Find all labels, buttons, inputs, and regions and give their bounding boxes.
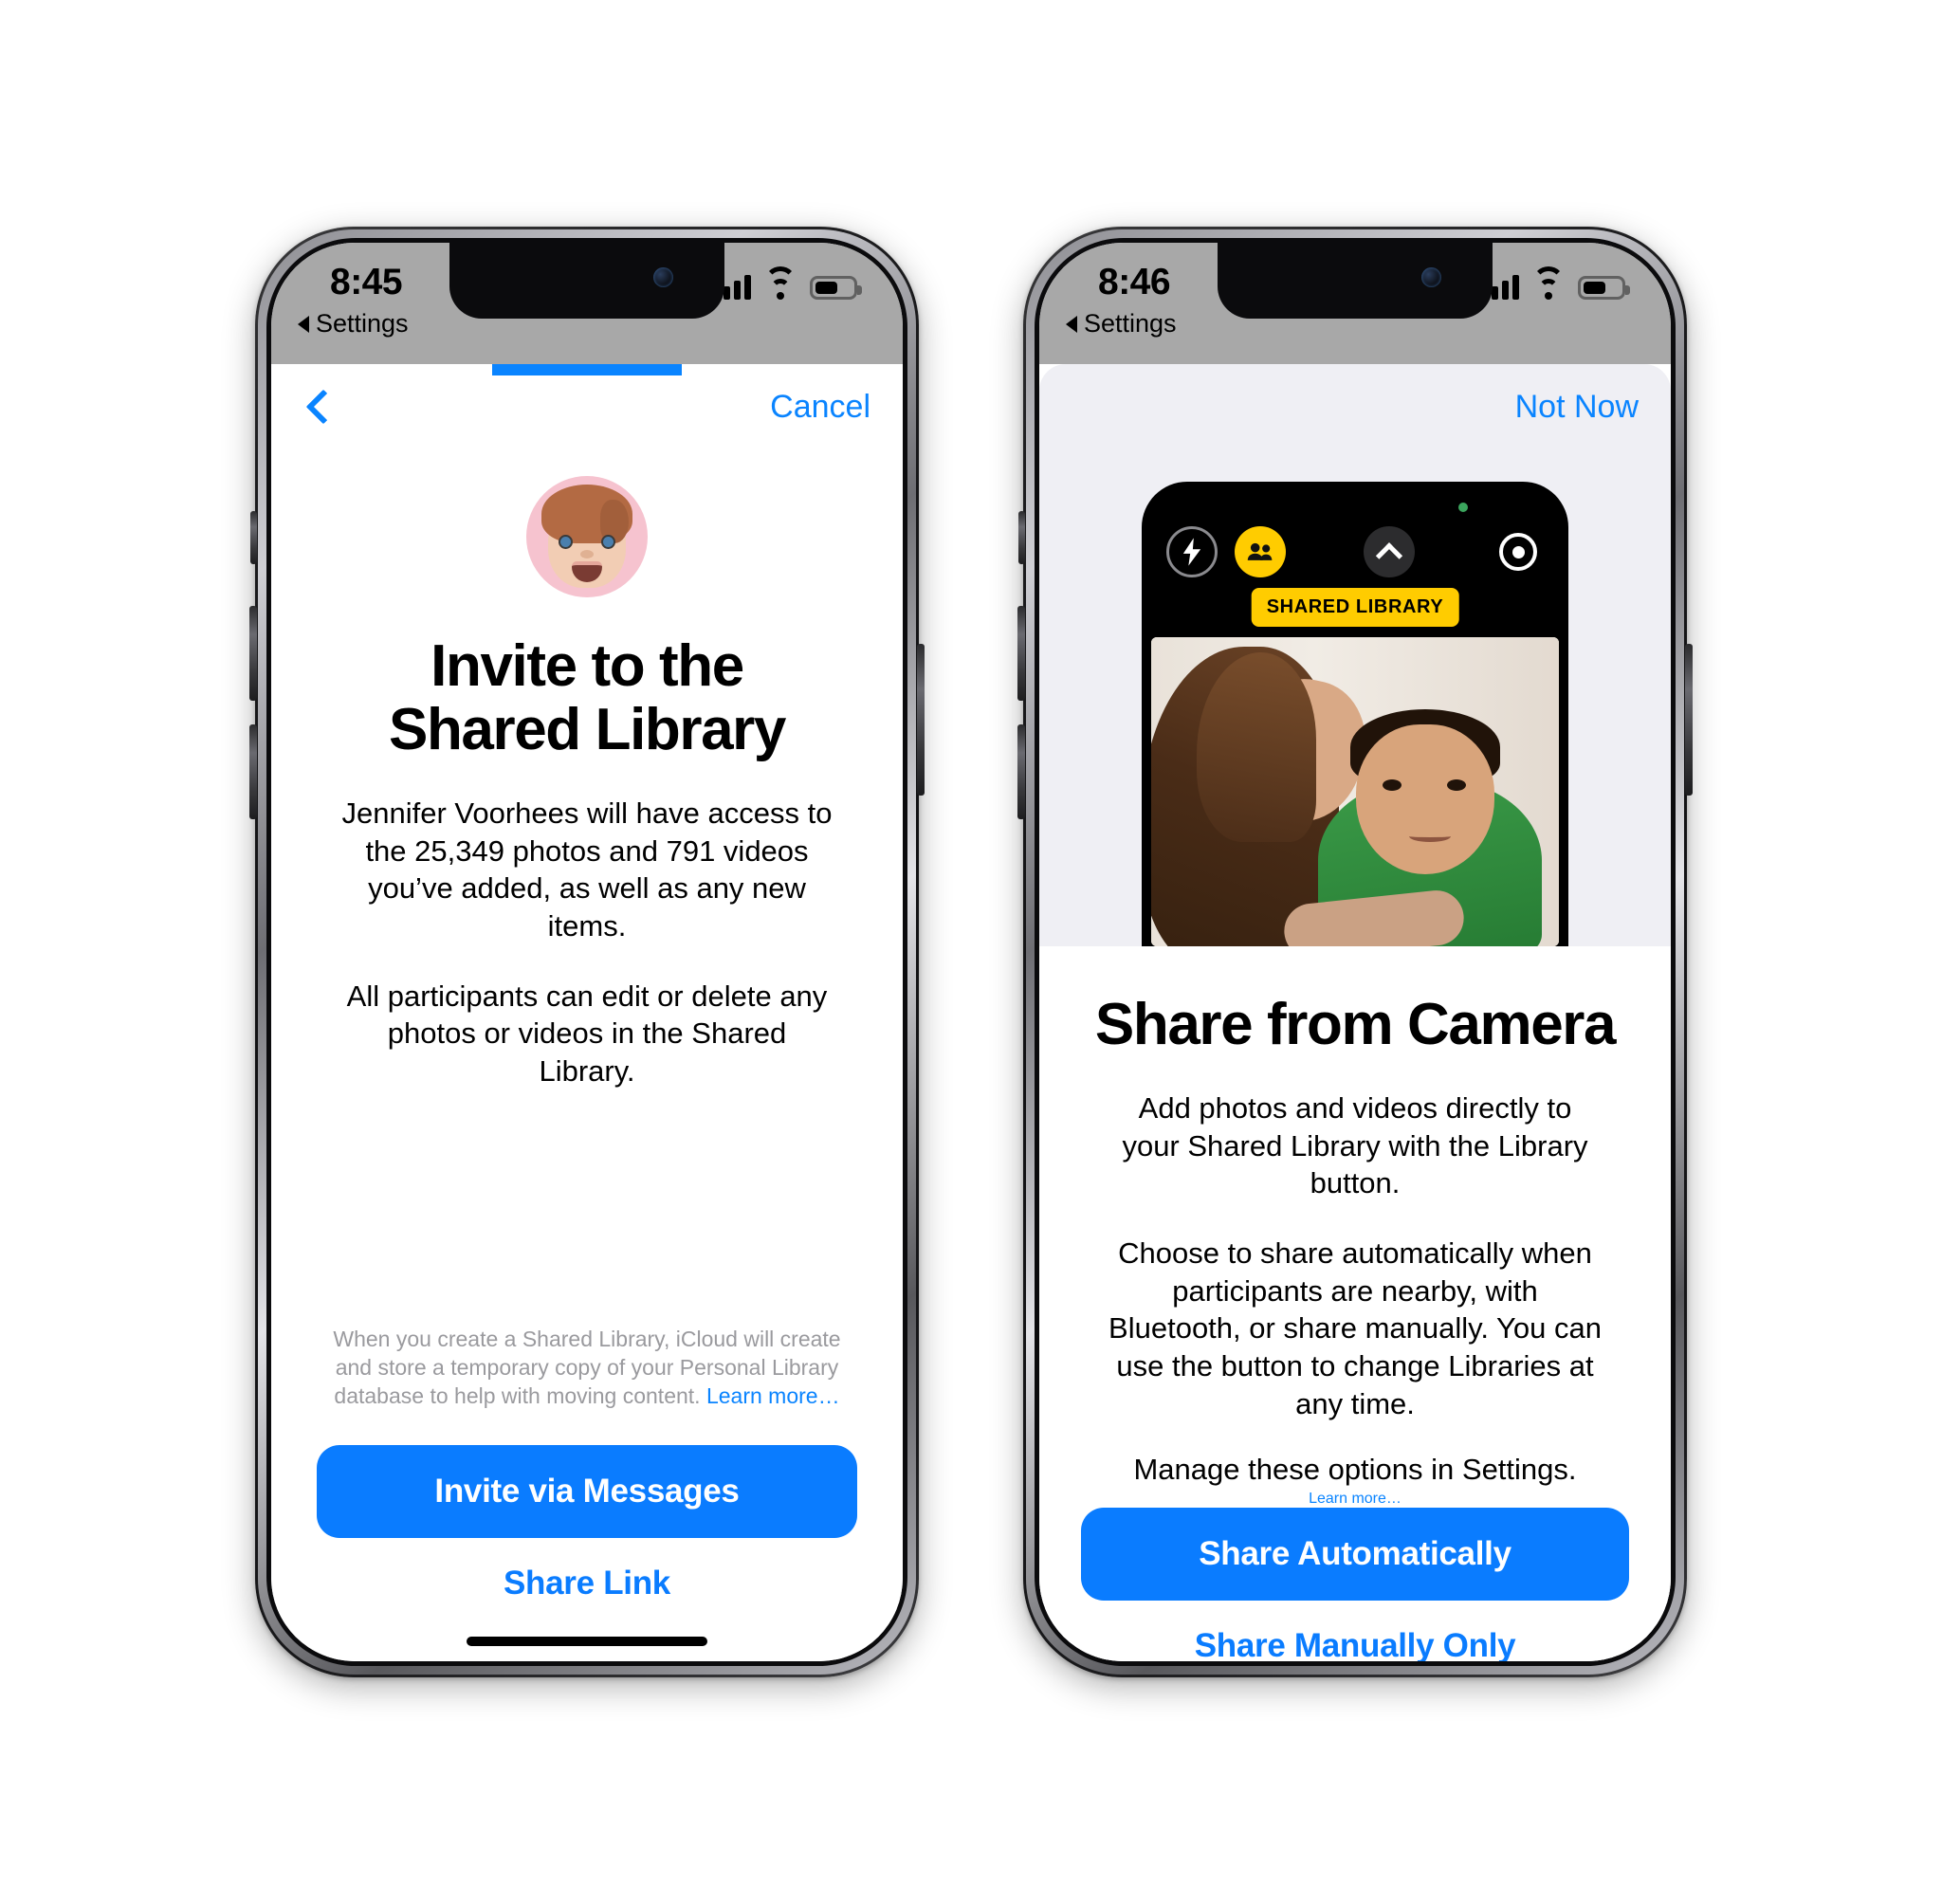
memoji-avatar — [526, 476, 648, 597]
page-title: Share from Camera — [1094, 992, 1617, 1057]
two-people-icon[interactable] — [1235, 526, 1286, 577]
volume-down-button[interactable] — [249, 724, 257, 819]
notch — [449, 243, 724, 319]
status-indicators — [713, 266, 862, 300]
battery-icon — [1578, 276, 1630, 300]
camera-preview-mockup: SHARED LIBRARY — [1142, 482, 1568, 946]
camera-illustration-wrap: SHARED LIBRARY — [1039, 449, 1671, 946]
learn-more-link[interactable]: Learn more… — [1309, 1491, 1402, 1508]
volume-up-button[interactable] — [249, 606, 257, 701]
notch — [1218, 243, 1493, 319]
wifi-icon — [1532, 266, 1565, 300]
flash-bolt-glyph — [1182, 538, 1201, 566]
wifi-icon — [764, 266, 797, 300]
left-navbar: Cancel — [271, 364, 903, 449]
share-from-camera-sheet: Not Now SHARED LIBRARY Share from Camera… — [1039, 364, 1671, 1661]
status-back-to-settings[interactable]: Settings — [1066, 309, 1177, 339]
battery-icon — [810, 276, 862, 300]
page-title: Invite to the Shared Library — [388, 633, 786, 762]
power-button[interactable] — [917, 644, 925, 796]
silent-switch[interactable] — [1018, 511, 1025, 564]
home-indicator[interactable] — [467, 1637, 707, 1646]
status-back-label: Settings — [1084, 309, 1177, 338]
cancel-button[interactable]: Cancel — [770, 389, 870, 426]
share-automatically-button[interactable]: Share Automatically — [1081, 1508, 1629, 1601]
screenshot-stage: 8:45 Settings Cancel Invite to the Share… — [0, 0, 1942, 1904]
learn-more-link[interactable]: Learn more… — [706, 1383, 840, 1408]
front-camera-icon — [1421, 267, 1441, 287]
status-back-to-settings[interactable]: Settings — [298, 309, 409, 339]
camera-paragraph-1: Add photos and videos directly to your S… — [1122, 1090, 1588, 1200]
live-photo-glyph — [1499, 533, 1537, 571]
status-time: 8:46 — [1098, 262, 1171, 302]
chevron-up-icon[interactable] — [1364, 526, 1415, 577]
invite-sheet: Cancel Invite to the Shared Library Jenn… — [271, 364, 903, 1661]
left-phone-screen: 8:45 Settings Cancel Invite to the Share… — [271, 243, 903, 1661]
camera-viewfinder-photo — [1151, 637, 1559, 946]
invite-body: Invite to the Shared Library Jennifer Vo… — [271, 449, 903, 1326]
status-indicators — [1481, 266, 1630, 300]
share-link-button[interactable]: Share Link — [317, 1538, 857, 1629]
power-button[interactable] — [1685, 644, 1693, 796]
page-title-line2: Shared Library — [388, 696, 786, 762]
status-back-label: Settings — [316, 309, 409, 338]
privacy-disclaimer: When you create a Shared Library, iCloud… — [331, 1326, 843, 1411]
front-camera-icon — [653, 267, 673, 287]
shared-library-badge: SHARED LIBRARY — [1251, 588, 1459, 627]
page-title-line1: Invite to the — [431, 633, 744, 699]
share-manually-only-button[interactable]: Share Manually Only — [1081, 1601, 1629, 1661]
live-photo-icon[interactable] — [1493, 526, 1544, 577]
left-footer: When you create a Shared Library, iCloud… — [271, 1326, 903, 1661]
invite-paragraph-1: Jennifer Voorhees will have access to th… — [341, 796, 833, 943]
back-triangle-icon — [1066, 315, 1077, 333]
flash-bolt-icon[interactable] — [1166, 526, 1218, 577]
status-time: 8:45 — [330, 262, 403, 302]
camera-active-indicator-icon — [1458, 503, 1468, 512]
chevron-left-icon[interactable] — [305, 389, 341, 425]
invite-paragraph-2: All participants can edit or delete any … — [346, 979, 828, 1088]
camera-controls-row — [1142, 525, 1568, 578]
volume-up-button[interactable] — [1017, 606, 1025, 701]
right-iphone-device: 8:46 Settings Not Now SHARED LIBRARY Sha… — [1017, 227, 1693, 1677]
volume-down-button[interactable] — [1017, 724, 1025, 819]
camera-paragraph-3: Manage these options in Settings. — [1133, 1453, 1577, 1487]
share-from-camera-body: Share from Camera Add photos and videos … — [1039, 946, 1671, 1661]
back-triangle-icon — [298, 315, 309, 333]
left-iphone-device: 8:45 Settings Cancel Invite to the Share… — [249, 227, 925, 1677]
right-status-bar: 8:46 Settings — [1039, 243, 1671, 364]
invite-via-messages-button[interactable]: Invite via Messages — [317, 1445, 857, 1538]
right-navbar: Not Now — [1039, 364, 1671, 449]
chevron-up-glyph — [1375, 542, 1403, 570]
left-status-bar: 8:45 Settings — [271, 243, 903, 364]
not-now-button[interactable]: Not Now — [1515, 389, 1639, 426]
camera-paragraph-2: Choose to share automatically when parti… — [1108, 1236, 1602, 1420]
silent-switch[interactable] — [250, 511, 257, 564]
right-phone-screen: 8:46 Settings Not Now SHARED LIBRARY Sha… — [1039, 243, 1671, 1661]
two-people-glyph — [1247, 542, 1273, 560]
